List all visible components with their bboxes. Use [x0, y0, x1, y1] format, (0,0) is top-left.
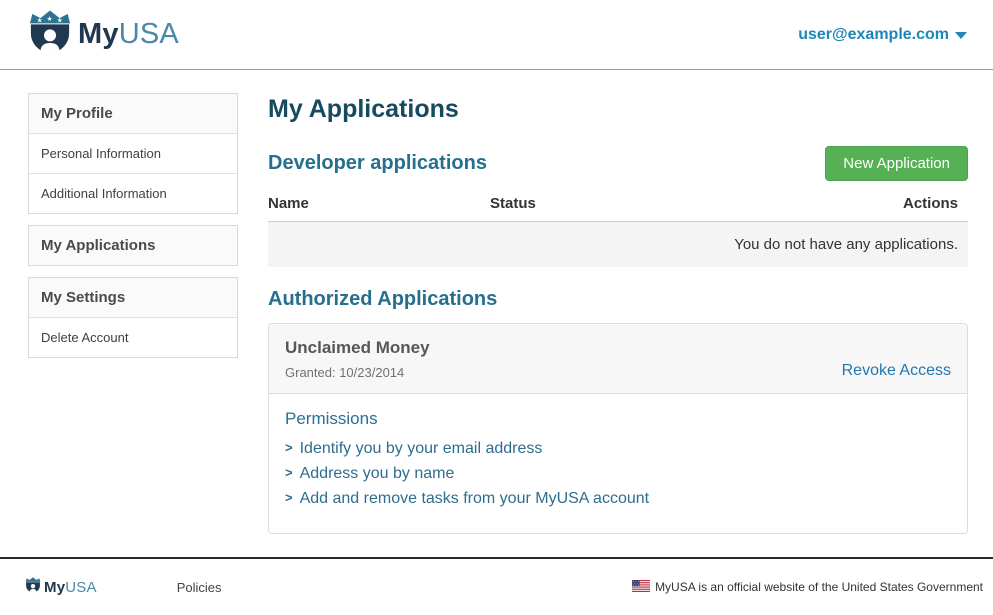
svg-text:★: ★ — [57, 16, 63, 24]
authorized-application-card-body: Permissions >Identify you by your email … — [269, 394, 967, 533]
chevron-down-icon — [955, 32, 967, 39]
official-website-text: MyUSA is an official website of the Unit… — [655, 580, 983, 594]
sidebar-nav: My Profile Personal Information Addition… — [28, 93, 238, 534]
table-row: You do not have any applications. — [268, 222, 968, 268]
column-header-status: Status — [490, 189, 790, 222]
empty-applications-message: You do not have any applications. — [268, 222, 968, 268]
authorized-application-card-header: Unclaimed Money Granted: 10/23/2014 Revo… — [269, 324, 967, 394]
application-name: Unclaimed Money — [285, 338, 951, 358]
sidebar-item-my-profile[interactable]: My Profile — [29, 94, 237, 133]
table-header-row: Name Status Actions — [268, 189, 968, 222]
new-application-button[interactable]: New Application — [825, 146, 968, 181]
page-footer: MyUSA Policies MyUSA is an offici — [0, 557, 993, 615]
sidebar-panel-profile: My Profile Personal Information Addition… — [28, 93, 238, 214]
page-layout: My Profile Personal Information Addition… — [0, 70, 993, 534]
sidebar-panel-settings: My Settings Delete Account — [28, 277, 238, 358]
page-title: My Applications — [268, 95, 968, 124]
sidebar-item-my-settings[interactable]: My Settings — [29, 278, 237, 317]
chevron-right-icon: > — [285, 460, 293, 485]
list-item: >Add and remove tasks from your MyUSA ac… — [285, 486, 951, 511]
sidebar-panel-applications: My Applications — [28, 225, 238, 266]
svg-text:★: ★ — [47, 15, 53, 23]
top-header: ★ ★ ★ MyUSA user@example.com — [0, 0, 993, 70]
permissions-title: Permissions — [285, 409, 951, 429]
authorized-application-card: Unclaimed Money Granted: 10/23/2014 Revo… — [268, 323, 968, 534]
svg-text:★: ★ — [37, 16, 43, 24]
myusa-shield-icon: ★ ★ ★ — [28, 7, 72, 62]
permissions-list: >Identify you by your email address >Add… — [285, 436, 951, 511]
user-email: user@example.com — [798, 26, 949, 44]
us-flag-icon — [632, 580, 650, 595]
revoke-access-link[interactable]: Revoke Access — [842, 362, 951, 380]
logo-wordmark: MyUSA — [78, 18, 179, 51]
sidebar-item-additional-information[interactable]: Additional Information — [29, 173, 237, 213]
policies-link[interactable]: Policies — [177, 580, 222, 595]
list-item: >Identify you by your email address — [285, 436, 951, 461]
official-website-notice: MyUSA is an official website of the Unit… — [632, 580, 983, 595]
sidebar-item-personal-information[interactable]: Personal Information — [29, 133, 237, 173]
chevron-right-icon: > — [285, 485, 293, 510]
developer-applications-table: Name Status Actions You do not have any … — [268, 189, 968, 267]
chevron-right-icon: > — [285, 435, 293, 460]
sidebar-item-my-applications[interactable]: My Applications — [29, 226, 237, 265]
column-header-name: Name — [268, 189, 490, 222]
list-item: >Address you by name — [285, 461, 951, 486]
column-header-actions: Actions — [790, 189, 968, 222]
sidebar-item-delete-account[interactable]: Delete Account — [29, 317, 237, 357]
footer-myusa-logo[interactable]: MyUSA — [25, 576, 97, 599]
developer-applications-header-row: Developer applications New Application — [268, 146, 968, 181]
myusa-logo[interactable]: ★ ★ ★ MyUSA — [28, 7, 179, 62]
main-content: My Applications Developer applications N… — [268, 93, 968, 534]
developer-applications-heading: Developer applications — [268, 152, 487, 175]
footer-logo-wordmark: MyUSA — [44, 579, 97, 596]
authorized-applications-heading: Authorized Applications — [268, 288, 968, 311]
user-account-dropdown[interactable]: user@example.com — [798, 26, 967, 44]
myusa-shield-icon — [25, 576, 41, 599]
